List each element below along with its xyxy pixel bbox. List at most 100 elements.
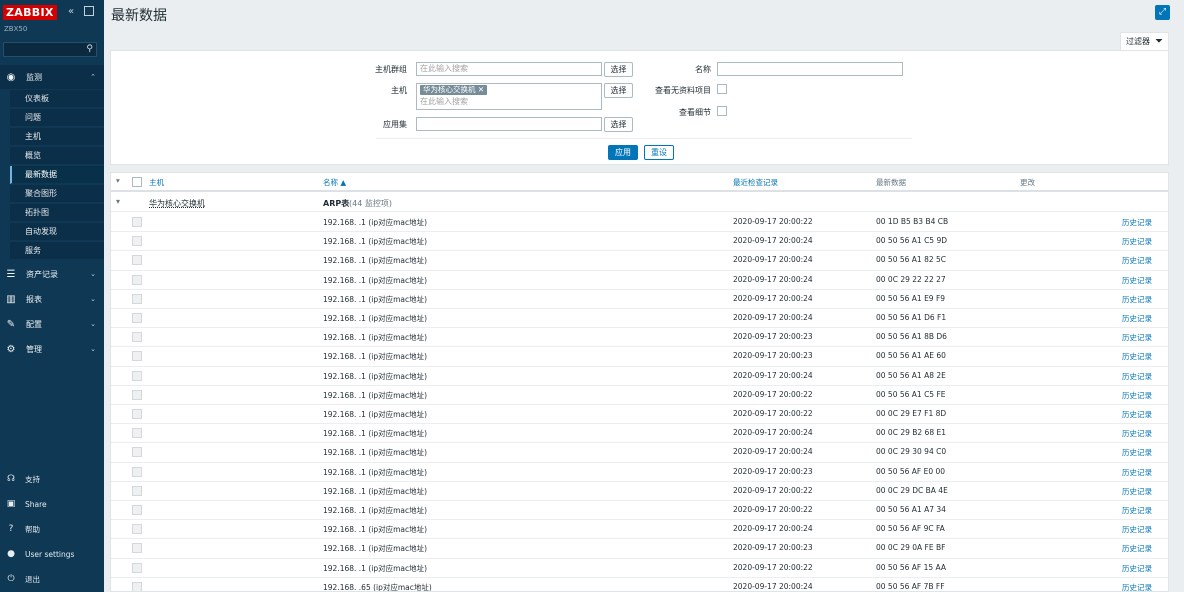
history-link[interactable]: 历史记录 <box>1122 351 1152 362</box>
name-input[interactable] <box>717 62 903 76</box>
submenu-screens[interactable]: 聚合图形 <box>10 185 104 203</box>
power-icon: ⏻ <box>7 574 15 584</box>
row-checkbox[interactable] <box>132 217 142 227</box>
history-link[interactable]: 历史记录 <box>1122 505 1152 516</box>
history-link[interactable]: 历史记录 <box>1122 313 1152 324</box>
host-chip[interactable]: 华为核心交换机 ✕ <box>420 85 488 95</box>
header-last-check[interactable]: 最近检查记录 <box>733 177 778 188</box>
history-link[interactable]: 历史记录 <box>1122 428 1152 439</box>
history-link[interactable]: 历史记录 <box>1122 294 1152 305</box>
show-details-checkbox[interactable] <box>717 106 727 116</box>
show-items-without-data-checkbox[interactable] <box>717 84 727 94</box>
row-checkbox[interactable] <box>132 428 142 439</box>
item-last-value: 00 50 56 A1 C5 9D <box>876 236 948 246</box>
row-checkbox[interactable] <box>132 274 142 285</box>
user-settings-link[interactable]: ● User settings <box>0 542 104 566</box>
history-link[interactable]: 历史记录 <box>1122 543 1152 554</box>
main-content: 最新数据 ⤢ 过滤器 ⏷ 主机群组 在此输入搜索 选择 主机 华为核心交换机 ✕… <box>104 0 1184 592</box>
submenu-discovery[interactable]: 自动发现 <box>10 223 104 241</box>
application-input[interactable] <box>416 117 602 131</box>
row-checkbox[interactable] <box>132 485 142 496</box>
history-link[interactable]: 历史记录 <box>1122 275 1152 286</box>
row-checkbox[interactable] <box>132 389 142 400</box>
history-link[interactable]: 历史记录 <box>1122 524 1152 535</box>
history-link[interactable]: 历史记录 <box>1122 217 1152 228</box>
collapse-all-icon[interactable]: ▾ <box>116 176 120 185</box>
item-last-value: 00 0C 29 E7 F1 8D <box>876 409 947 418</box>
submenu-services[interactable]: 服务 <box>10 242 104 260</box>
row-checkbox[interactable] <box>132 505 142 515</box>
row-checkbox[interactable] <box>132 524 142 535</box>
row-checkbox[interactable] <box>132 351 142 362</box>
chevron-down-icon: ⌄ <box>90 345 96 353</box>
history-link[interactable]: 历史记录 <box>1122 236 1152 247</box>
row-checkbox[interactable] <box>132 370 142 381</box>
history-link[interactable]: 历史记录 <box>1122 582 1152 591</box>
collapse-sidebar-icon[interactable]: « <box>68 6 74 17</box>
zabbix-logo[interactable]: ZABBIX <box>3 5 57 20</box>
menu-monitoring[interactable]: ◉ 监测 ⌃ <box>0 65 104 89</box>
submenu-problems[interactable]: 问题 <box>10 109 104 127</box>
history-link[interactable]: 历史记录 <box>1122 255 1152 266</box>
item-last-value: 00 0C 29 0A FE BF <box>876 543 946 553</box>
logout-link[interactable]: ⏻ 退出 <box>0 567 104 591</box>
item-name: 192.168. .1 (ip对应mac地址) <box>323 314 428 323</box>
menu-configuration[interactable]: ✎ 配置 ⌄ <box>0 312 104 336</box>
history-link[interactable]: 历史记录 <box>1122 390 1152 401</box>
server-name: ZBX50 <box>4 25 28 33</box>
row-checkbox[interactable] <box>132 409 142 419</box>
header-change: 更改 <box>1020 178 1035 187</box>
history-link[interactable]: 历史记录 <box>1122 409 1152 420</box>
fullscreen-button[interactable]: ⤢ <box>1155 5 1170 20</box>
kiosk-mode-icon[interactable] <box>84 6 94 16</box>
row-checkbox[interactable] <box>132 332 142 343</box>
row-checkbox[interactable] <box>132 236 142 247</box>
sidebar-search-input[interactable]: ⚲ <box>3 42 97 57</box>
application-select-button[interactable]: 选择 <box>604 117 633 132</box>
row-checkbox[interactable] <box>132 447 142 458</box>
row-checkbox[interactable] <box>132 562 142 573</box>
share-link[interactable]: ▣ Share <box>0 492 104 516</box>
item-last-value: 00 1D B5 B3 B4 CB <box>876 217 949 226</box>
hosts-select-button[interactable]: 选择 <box>604 83 633 98</box>
row-checkbox[interactable] <box>132 543 142 554</box>
host-groups-select-button[interactable]: 选择 <box>604 62 633 77</box>
hosts-input[interactable]: 在此输入搜索 <box>420 96 601 108</box>
select-all-checkbox[interactable] <box>132 177 142 187</box>
history-link[interactable]: 历史记录 <box>1122 467 1152 478</box>
submenu-maps[interactable]: 拓扑图 <box>10 204 104 222</box>
table-row: 192.168. .1 (ip对应mac地址) 2020-09-17 20:00:… <box>111 213 1168 233</box>
menu-administration[interactable]: ⚙ 管理 ⌄ <box>0 337 104 361</box>
history-link[interactable]: 历史记录 <box>1122 447 1152 458</box>
support-link[interactable]: ☊ 支持 <box>0 467 104 491</box>
history-link[interactable]: 历史记录 <box>1122 486 1152 497</box>
table-row: 192.168. .1 (ip对应mac地址) 2020-09-17 20:00:… <box>111 271 1168 290</box>
item-last-check: 2020-09-17 20:00:24 <box>733 255 813 265</box>
chip-remove-icon[interactable]: ✕ <box>478 85 484 94</box>
collapse-group-icon[interactable]: ▾ <box>116 197 120 206</box>
header-host[interactable]: 主机 <box>149 177 164 188</box>
group-host-link[interactable]: 华为核心交换机 <box>149 198 205 209</box>
submenu-latest-data[interactable]: 最新数据 <box>10 166 104 184</box>
host-groups-input[interactable]: 在此输入搜索 <box>416 62 602 76</box>
history-link[interactable]: 历史记录 <box>1122 563 1152 574</box>
search-icon[interactable]: ⚲ <box>86 44 93 54</box>
submenu-hosts[interactable]: 主机 <box>10 128 104 146</box>
menu-reports[interactable]: ▥ 报表 ⌄ <box>0 287 104 311</box>
row-checkbox[interactable] <box>132 581 142 591</box>
header-name[interactable]: 名称 ▲ <box>323 177 346 188</box>
submenu-overview[interactable]: 概览 <box>10 147 104 165</box>
history-link[interactable]: 历史记录 <box>1122 371 1152 382</box>
row-checkbox[interactable] <box>132 255 142 266</box>
row-checkbox[interactable] <box>132 466 142 477</box>
apply-button[interactable]: 应用 <box>608 145 638 160</box>
submenu-dashboard[interactable]: 仪表板 <box>10 90 104 108</box>
menu-inventory[interactable]: ☰ 资产记录 ⌄ <box>0 262 104 286</box>
row-checkbox[interactable] <box>132 313 142 323</box>
filter-tab[interactable]: 过滤器 ⏷ <box>1120 32 1169 51</box>
reset-button[interactable]: 重设 <box>644 145 674 160</box>
history-link[interactable]: 历史记录 <box>1122 332 1152 343</box>
help-link[interactable]: ? 帮助 <box>0 517 104 541</box>
row-checkbox[interactable] <box>132 293 142 304</box>
hosts-multiselect[interactable]: 华为核心交换机 ✕ 在此输入搜索 <box>416 83 602 110</box>
